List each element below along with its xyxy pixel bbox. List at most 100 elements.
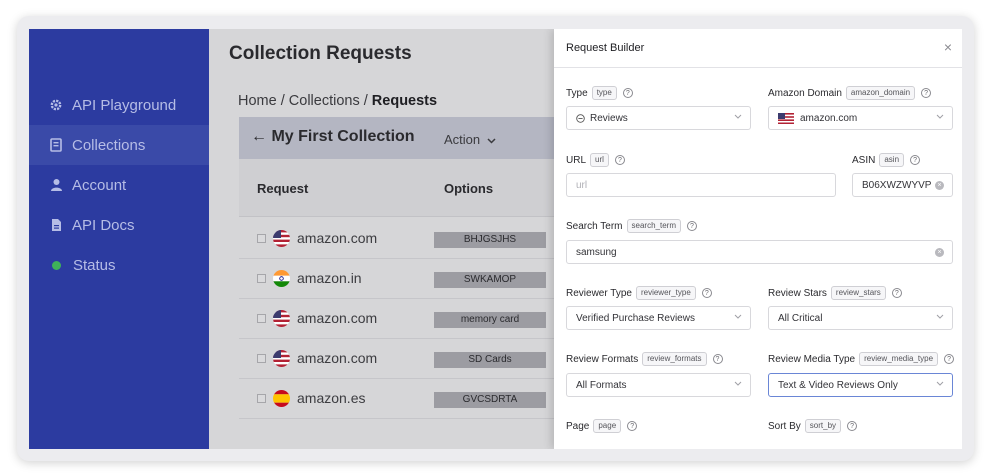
- chevron-down-icon: [734, 381, 742, 388]
- us-flag-icon: [778, 112, 794, 124]
- breadcrumb-home[interactable]: Home: [238, 93, 277, 109]
- help-icon[interactable]: ?: [847, 421, 858, 431]
- field-label-text: ASIN: [852, 154, 876, 166]
- field-tag: amazon_domain: [845, 86, 916, 100]
- clear-icon[interactable]: ×: [935, 181, 944, 190]
- sidebar-item-status[interactable]: Status: [29, 245, 209, 285]
- breadcrumb: Home / Collections / Requests: [238, 93, 437, 109]
- review-formats-select[interactable]: All Formats: [566, 373, 751, 397]
- type-select[interactable]: Reviews: [566, 106, 751, 130]
- field-tag: page: [593, 419, 622, 433]
- sidebar-item-label: Collections: [72, 136, 146, 154]
- review-stars-select[interactable]: All Critical: [768, 306, 953, 330]
- breadcrumb-separator: /: [276, 93, 289, 109]
- table-row[interactable]: amazon.com SD Cards: [239, 339, 559, 379]
- sidebar-item-label: API Playground: [72, 96, 177, 114]
- help-icon[interactable]: ?: [622, 88, 633, 98]
- field-tag: url: [590, 153, 609, 167]
- field-tag: review_formats: [642, 352, 707, 366]
- search-term-label: Search Term search_term ?: [566, 219, 697, 233]
- row-option-chip: memory card: [434, 312, 546, 328]
- review-media-type-select[interactable]: Text & Video Reviews Only: [768, 373, 953, 397]
- field-tag: review_media_type: [859, 352, 939, 366]
- sidebar-item-label: Status: [73, 256, 116, 274]
- spain-flag-icon: [273, 390, 290, 407]
- table-row[interactable]: amazon.com BHJGSJHS: [239, 219, 559, 259]
- table-row[interactable]: amazon.es GVCSDRTA: [239, 379, 559, 419]
- review-media-type-label: Review Media Type review_media_type ?: [768, 352, 955, 366]
- row-checkbox[interactable]: [257, 354, 266, 363]
- table-header: Request Options: [239, 159, 559, 217]
- review-stars-label: Review Stars review_stars ?: [768, 286, 902, 300]
- sidebar-item-collections[interactable]: Collections: [29, 125, 209, 165]
- chevron-down-icon: [936, 381, 944, 388]
- row-checkbox[interactable]: [257, 274, 266, 283]
- column-header-options: Options: [444, 181, 494, 196]
- url-placeholder: url: [576, 179, 588, 191]
- url-label: URL url ?: [566, 153, 625, 167]
- row-checkbox[interactable]: [257, 314, 266, 323]
- field-tag: type: [591, 86, 617, 100]
- app-window: API Playground Collections Account API D…: [29, 29, 962, 449]
- page-label: Page page ?: [566, 419, 638, 433]
- table-row[interactable]: amazon.in SWKAMOP: [239, 259, 559, 299]
- type-label: Type type ?: [566, 86, 633, 100]
- row-checkbox[interactable]: [257, 394, 266, 403]
- sidebar-item-api-playground[interactable]: API Playground: [29, 85, 209, 125]
- breadcrumb-separator: /: [359, 93, 372, 109]
- help-icon[interactable]: ?: [891, 288, 902, 298]
- request-builder-panel: Request Builder × Type type ? Reviews Am…: [554, 29, 962, 449]
- field-tag: reviewer_type: [635, 286, 696, 300]
- amazon-domain-select[interactable]: amazon.com: [768, 106, 953, 130]
- modal-title: Request Builder: [566, 42, 645, 54]
- help-icon[interactable]: ?: [712, 354, 723, 364]
- table-row[interactable]: amazon.com memory card: [239, 299, 559, 339]
- reviewer-type-select[interactable]: Verified Purchase Reviews: [566, 306, 751, 330]
- reviewer-type-value: Verified Purchase Reviews: [576, 312, 695, 324]
- breadcrumb-current: Requests: [371, 93, 438, 109]
- row-option-chip: SD Cards: [434, 352, 546, 368]
- row-option-chip: BHJGSJHS: [434, 232, 546, 248]
- us-flag-icon: [273, 230, 290, 247]
- document-icon: [49, 217, 63, 233]
- modal-header: Request Builder ×: [554, 29, 962, 68]
- type-value: Reviews: [590, 112, 628, 124]
- user-icon: [49, 177, 63, 193]
- breadcrumb-collections[interactable]: Collections: [289, 93, 360, 109]
- help-icon[interactable]: ?: [921, 88, 932, 98]
- row-checkbox[interactable]: [257, 234, 266, 243]
- review-formats-label: Review Formats review_formats ?: [566, 352, 723, 366]
- clear-icon[interactable]: ×: [935, 248, 944, 257]
- sidebar-item-account[interactable]: Account: [29, 165, 209, 205]
- help-icon[interactable]: ?: [944, 354, 955, 364]
- help-icon[interactable]: ?: [627, 421, 638, 431]
- field-label-text: Amazon Domain: [768, 87, 842, 99]
- collection-header: ← My First Collection Action: [239, 117, 559, 159]
- action-dropdown-button[interactable]: Action: [444, 132, 496, 147]
- chevron-down-icon: [734, 114, 742, 121]
- help-icon[interactable]: ?: [614, 155, 625, 165]
- sidebar-item-label: Account: [72, 176, 127, 194]
- sidebar: API Playground Collections Account API D…: [29, 29, 209, 449]
- help-icon[interactable]: ?: [686, 221, 697, 231]
- chevron-down-icon: [484, 132, 496, 147]
- collection-title: ← My First Collection: [251, 128, 415, 146]
- field-label-text: Review Formats: [566, 353, 639, 365]
- asin-input[interactable]: B06XWZWYVP ×: [852, 173, 953, 197]
- asin-label: ASIN asin ?: [852, 153, 921, 167]
- close-icon[interactable]: ×: [940, 39, 956, 55]
- row-domain: amazon.es: [297, 390, 366, 406]
- help-icon[interactable]: ?: [910, 155, 921, 165]
- field-tag: search_term: [626, 219, 681, 233]
- review-formats-value: All Formats: [576, 379, 627, 391]
- field-label-text: Review Media Type: [768, 353, 856, 365]
- sidebar-item-api-docs[interactable]: API Docs: [29, 205, 209, 245]
- search-term-input[interactable]: samsung ×: [566, 240, 953, 264]
- url-input[interactable]: url: [566, 173, 836, 197]
- row-domain: amazon.in: [297, 270, 362, 286]
- back-arrow-icon[interactable]: ←: [251, 128, 267, 145]
- gear-icon: [49, 97, 63, 113]
- row-domain: amazon.com: [297, 310, 378, 326]
- help-icon[interactable]: ?: [701, 288, 712, 298]
- chevron-down-icon: [936, 114, 944, 121]
